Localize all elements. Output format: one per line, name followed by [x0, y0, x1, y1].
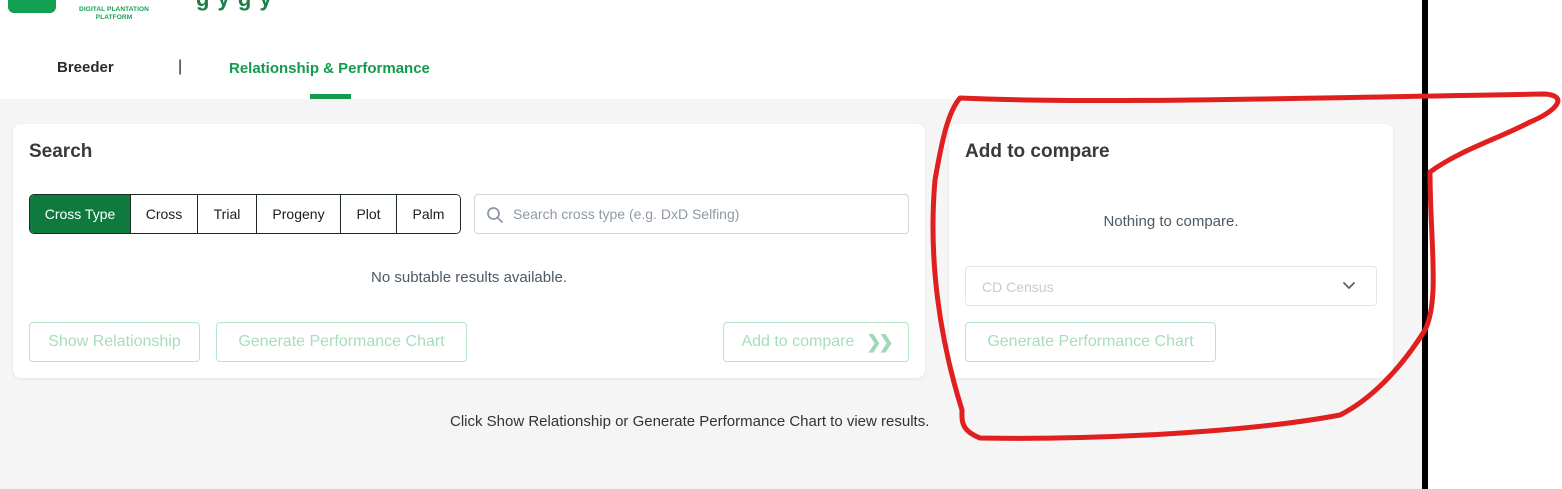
tab-separator: |: [178, 58, 183, 75]
logo-text: DIGITAL PLANTATION PLATFORM: [79, 6, 149, 21]
search-input[interactable]: [513, 195, 903, 233]
window-edge-bar: [1422, 0, 1428, 489]
double-chevron-right-icon: ❯❯: [866, 331, 893, 352]
show-relationship-button[interactable]: Show Relationship: [29, 322, 200, 362]
app-logo: [8, 0, 56, 13]
show-relationship-label: Show Relationship: [48, 333, 181, 350]
compare-card-title: Add to compare: [965, 141, 1110, 162]
active-tab-indicator: [310, 94, 351, 99]
compare-generate-chart-label: Generate Performance Chart: [987, 333, 1194, 350]
generate-chart-label: Generate Performance Chart: [238, 333, 445, 350]
search-field[interactable]: [474, 194, 909, 234]
page-header: DIGITAL PLANTATION PLATFORM g y g y Bree…: [0, 0, 1422, 99]
tab-relationship-performance[interactable]: Relationship & Performance: [229, 60, 430, 77]
segment-cross-type[interactable]: Cross Type: [30, 195, 131, 233]
page-title-partial: g y g y: [196, 0, 273, 12]
search-card-title: Search: [29, 141, 93, 162]
entity-type-segmented-control: Cross Type Cross Trial Progeny Plot Palm: [29, 194, 461, 234]
segment-progeny[interactable]: Progeny: [257, 195, 341, 233]
search-icon: [487, 207, 503, 223]
census-select[interactable]: CD Census: [965, 266, 1377, 306]
segment-cross[interactable]: Cross: [131, 195, 198, 233]
no-results-message: No subtable results available.: [371, 269, 567, 286]
search-card: Search Cross Type Cross Trial Progeny Pl…: [13, 124, 925, 378]
chevron-down-icon: [1343, 282, 1355, 289]
segment-trial[interactable]: Trial: [198, 195, 257, 233]
census-select-value: CD Census: [982, 279, 1054, 295]
add-to-compare-button[interactable]: Add to compare ❯❯: [723, 322, 909, 362]
app-root: DIGITAL PLANTATION PLATFORM g y g y Bree…: [0, 0, 1422, 489]
generate-performance-chart-button[interactable]: Generate Performance Chart: [216, 322, 467, 362]
results-hint-message: Click Show Relationship or Generate Perf…: [450, 413, 930, 430]
add-to-compare-label: Add to compare: [741, 333, 855, 350]
compare-card: Add to compare Nothing to compare. CD Ce…: [949, 124, 1393, 378]
tab-breeder[interactable]: Breeder: [57, 59, 114, 76]
compare-generate-performance-chart-button[interactable]: Generate Performance Chart: [965, 322, 1216, 362]
segment-plot[interactable]: Plot: [341, 195, 397, 233]
segment-palm[interactable]: Palm: [397, 195, 460, 233]
nothing-to-compare-message: Nothing to compare.: [1103, 213, 1239, 230]
